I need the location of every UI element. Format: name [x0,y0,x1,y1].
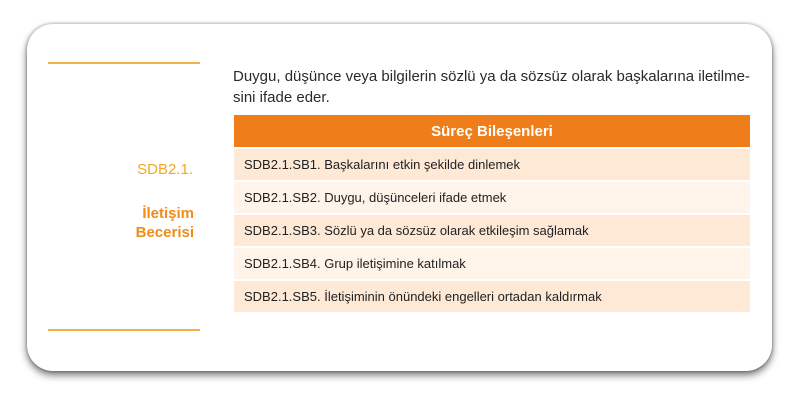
table-row: SDB2.1.SB4. Grup iletişimine katılmak [234,246,750,279]
competency-description: Duygu, düşünce veya bilgilerin sözlü ya … [233,68,750,106]
competency-skill-name: İletişim Becerisi [48,204,194,242]
table-header: Süreç Bileşenleri [234,115,750,147]
table-row: SDB2.1.SB1. Başkalarını etkin şekilde di… [234,147,750,180]
process-components-table: Süreç Bileşenleri SDB2.1.SB1. Başkaların… [234,115,750,312]
skill-name-line-2: Becerisi [135,224,194,241]
table-row: SDB2.1.SB5. İletişiminin önündeki engell… [234,279,750,312]
top-divider [48,62,200,64]
skill-name-line-1: İletişim [142,205,194,222]
bottom-divider [48,329,200,331]
table-row: SDB2.1.SB3. Sözlü ya da sözsüz olarak et… [234,213,750,246]
table-row: SDB2.1.SB2. Duygu, düşünceleri ifade etm… [234,180,750,213]
competency-code: SDB2.1. [137,161,193,178]
